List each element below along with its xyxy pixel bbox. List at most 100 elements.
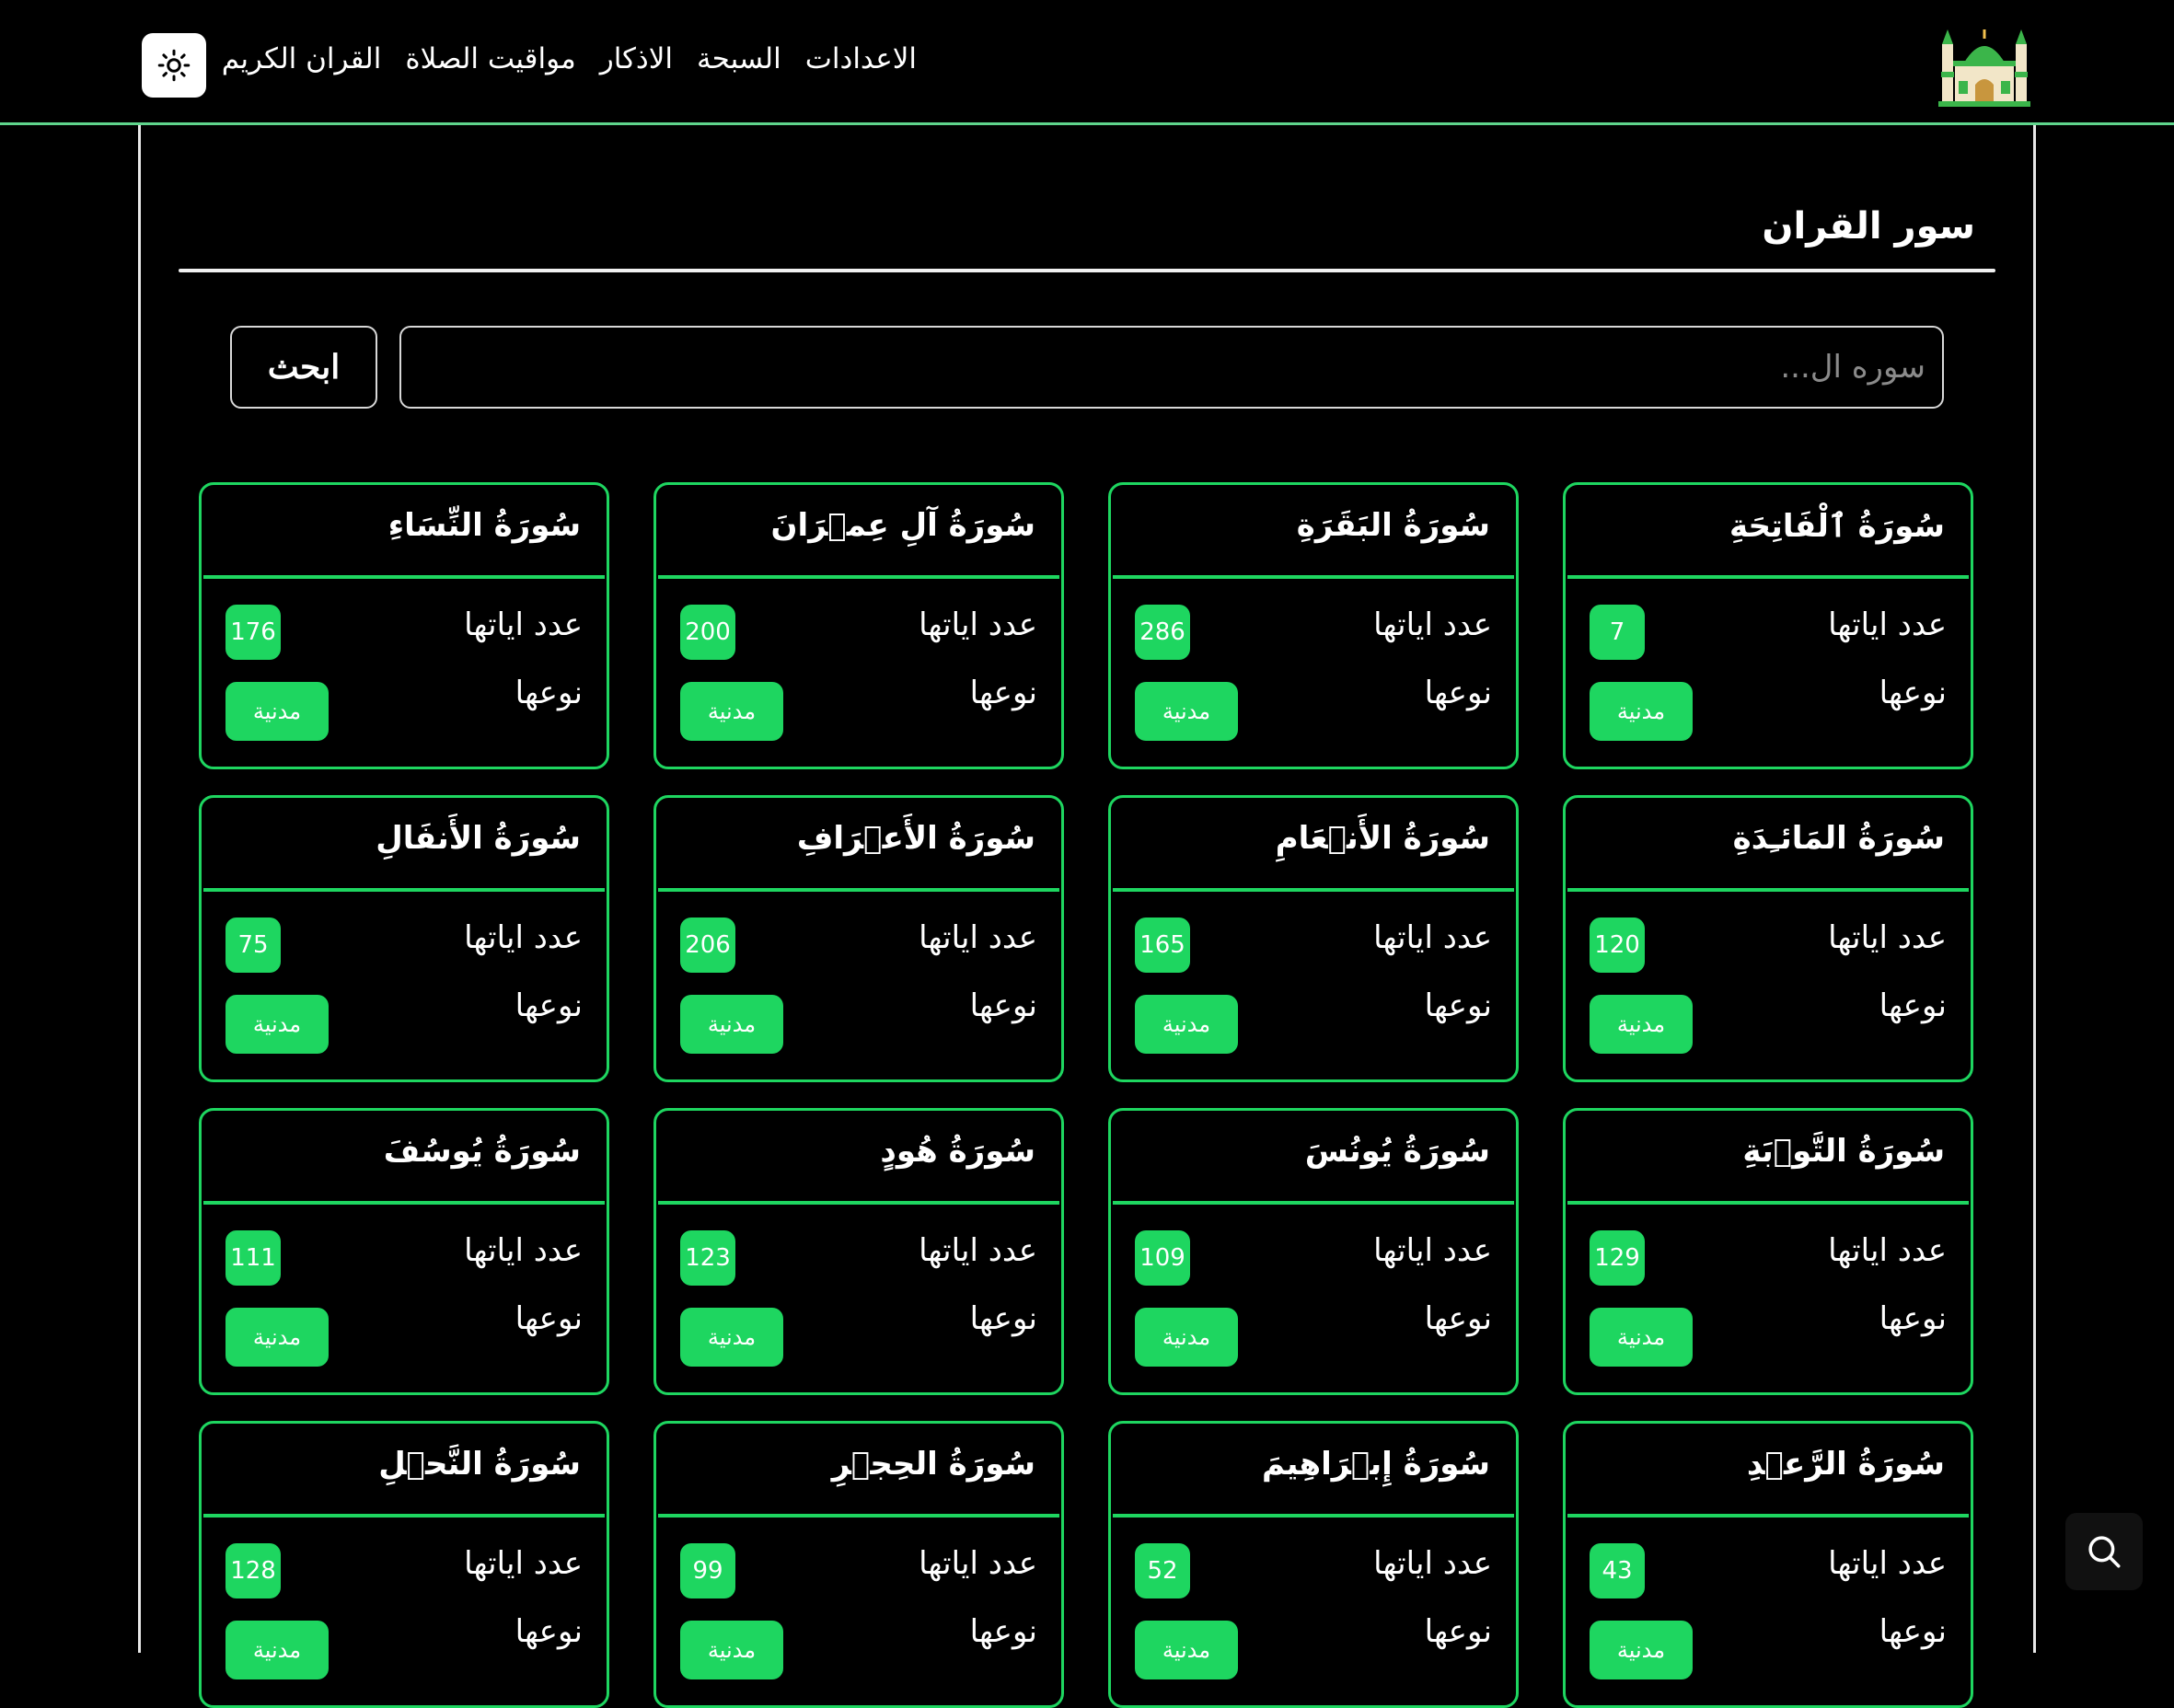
surah-name: سُورَةُ الأَعۡرَافِ: [796, 820, 1035, 857]
ayah-count-label: عدد اياتها: [1828, 606, 1947, 643]
card-divider: [1567, 575, 1969, 579]
surah-grid: سُورَةُ ٱلْفَاتِحَةِ عدد اياتها 7 نوعها مدني…: [199, 482, 1973, 1708]
card-divider: [203, 888, 605, 892]
surah-type-label: نوعها: [969, 1613, 1037, 1650]
ayah-count-label: عدد اياتها: [1828, 919, 1947, 956]
surah-name: سُورَةُ المَائـِدَةِ: [1732, 820, 1945, 857]
surah-type-badge: مدنية: [225, 1308, 329, 1367]
nav-link-settings[interactable]: الاعدادات: [805, 42, 917, 75]
surah-card[interactable]: سُورَةُ إِبۡرَاهِيمَ عدد اياتها 52 نوعها مدن…: [1108, 1421, 1519, 1708]
card-divider: [658, 1201, 1059, 1205]
surah-type-badge: مدنية: [680, 1621, 783, 1679]
floating-search-button[interactable]: [2065, 1513, 2143, 1590]
card-divider: [1567, 1514, 1969, 1518]
ayah-count-badge: 129: [1590, 1230, 1645, 1286]
card-divider: [1113, 888, 1514, 892]
surah-card[interactable]: سُورَةُ النَّحۡلِ عدد اياتها 128 نوعها مدنية: [199, 1421, 609, 1708]
ayah-count-label: عدد اياتها: [1373, 1232, 1492, 1269]
surah-name: سُورَةُ النَّحۡلِ: [378, 1446, 581, 1483]
ayah-count-badge: 120: [1590, 917, 1645, 973]
surah-type-badge: مدنية: [225, 1621, 329, 1679]
surah-card[interactable]: سُورَةُ الرَّعۡدِ عدد اياتها 43 نوعها مدنية: [1563, 1421, 1973, 1708]
surah-name: سُورَةُ يُوسُفَ: [383, 1133, 581, 1170]
surah-card[interactable]: سُورَةُ الحِجۡرِ عدد اياتها 99 نوعها مدنية: [653, 1421, 1064, 1708]
surah-name: سُورَةُ التَّوۡبَةِ: [1742, 1133, 1945, 1170]
ayah-count-badge: 165: [1135, 917, 1190, 973]
nav-link-prayer-times[interactable]: مواقيت الصلاة: [405, 42, 575, 75]
surah-type-badge: مدنية: [1590, 1621, 1693, 1679]
page-title: سور القران: [1762, 204, 1975, 248]
surah-search-input[interactable]: [399, 326, 1944, 409]
surah-name: سُورَةُ ٱلْفَاتِحَةِ: [1729, 508, 1945, 545]
ayah-count-badge: 75: [225, 917, 281, 973]
ayah-count-label: عدد اياتها: [919, 919, 1037, 956]
surah-name: سُورَةُ الأَنۡعَامِ: [1275, 820, 1490, 857]
surah-card[interactable]: سُورَةُ التَّوۡبَةِ عدد اياتها 129 نوعها مدن…: [1563, 1108, 1973, 1395]
surah-type-badge: مدنية: [1135, 1308, 1238, 1367]
surah-type-label: نوعها: [515, 675, 583, 711]
surah-type-badge: مدنية: [1590, 682, 1693, 741]
ayah-count-badge: 128: [225, 1543, 281, 1598]
card-divider: [203, 1201, 605, 1205]
surah-name: سُورَةُ الرَّعۡدِ: [1746, 1446, 1945, 1483]
ayah-count-label: عدد اياتها: [919, 1545, 1037, 1582]
ayah-count-badge: 43: [1590, 1543, 1645, 1598]
surah-type-badge: مدنية: [680, 1308, 783, 1367]
surah-type-label: نوعها: [969, 1300, 1037, 1337]
surah-card[interactable]: سُورَةُ النِّسَاءِ عدد اياتها 176 نوعها مدني…: [199, 482, 609, 769]
surah-type-label: نوعها: [1424, 675, 1492, 711]
surah-type-badge: مدنية: [1590, 1308, 1693, 1367]
surah-card[interactable]: سُورَةُ ٱلْفَاتِحَةِ عدد اياتها 7 نوعها مدني…: [1563, 482, 1973, 769]
surah-name: سُورَةُ يُونُسَ: [1304, 1133, 1490, 1170]
ayah-count-badge: 52: [1135, 1543, 1190, 1598]
ayah-count-label: عدد اياتها: [464, 606, 583, 643]
sun-icon: [157, 49, 191, 82]
surah-type-label: نوعها: [969, 987, 1037, 1024]
surah-type-label: نوعها: [1879, 987, 1947, 1024]
ayah-count-label: عدد اياتها: [1373, 919, 1492, 956]
surah-type-label: نوعها: [969, 675, 1037, 711]
surah-type-label: نوعها: [1424, 1613, 1492, 1650]
ayah-count-badge: 123: [680, 1230, 735, 1286]
ayah-count-label: عدد اياتها: [919, 606, 1037, 643]
nav-link-azkar[interactable]: الاذكار: [600, 42, 673, 75]
surah-type-badge: مدنية: [680, 682, 783, 741]
search-button[interactable]: ابحث: [230, 326, 377, 409]
surah-card[interactable]: سُورَةُ البَقَرَةِ عدد اياتها 286 نوعها مدني…: [1108, 482, 1519, 769]
surah-card[interactable]: سُورَةُ يُونُسَ عدد اياتها 109 نوعها مدنية: [1108, 1108, 1519, 1395]
surah-card[interactable]: سُورَةُ آلِ عِمۡرَانَ عدد اياتها 200 نوعها م…: [653, 482, 1064, 769]
nav-link-quran[interactable]: القران الكريم: [222, 42, 382, 75]
surah-card[interactable]: سُورَةُ الأَعۡرَافِ عدد اياتها 206 نوعها مدن…: [653, 795, 1064, 1082]
surah-card[interactable]: سُورَةُ هُودٍ عدد اياتها 123 نوعها مدنية: [653, 1108, 1064, 1395]
surah-name: سُورَةُ الحِجۡرِ: [831, 1446, 1035, 1483]
ayah-count-label: عدد اياتها: [1373, 1545, 1492, 1582]
theme-toggle-button[interactable]: [142, 33, 206, 98]
card-divider: [1567, 888, 1969, 892]
logo[interactable]: [1938, 26, 2030, 107]
ayah-count-badge: 111: [225, 1230, 281, 1286]
surah-card[interactable]: سُورَةُ المَائـِدَةِ عدد اياتها 120 نوعها مد…: [1563, 795, 1973, 1082]
card-divider: [1113, 575, 1514, 579]
ayah-count-label: عدد اياتها: [464, 1232, 583, 1269]
surah-card[interactable]: سُورَةُ يُوسُفَ عدد اياتها 111 نوعها مدنية: [199, 1108, 609, 1395]
surah-type-label: نوعها: [515, 1613, 583, 1650]
ayah-count-label: عدد اياتها: [1828, 1545, 1947, 1582]
ayah-count-label: عدد اياتها: [1373, 606, 1492, 643]
card-divider: [1113, 1201, 1514, 1205]
nav-link-tasbih[interactable]: السبحة: [697, 42, 781, 75]
surah-type-badge: مدنية: [225, 995, 329, 1054]
ayah-count-badge: 109: [1135, 1230, 1190, 1286]
card-divider: [658, 575, 1059, 579]
ayah-count-badge: 99: [680, 1543, 735, 1598]
card-divider: [203, 575, 605, 579]
card-divider: [1113, 1514, 1514, 1518]
surah-type-badge: مدنية: [1135, 995, 1238, 1054]
surah-type-badge: مدنية: [680, 995, 783, 1054]
card-divider: [658, 888, 1059, 892]
surah-card[interactable]: سُورَةُ الأَنفَالِ عدد اياتها 75 نوعها مدنية: [199, 795, 609, 1082]
surah-type-label: نوعها: [1424, 1300, 1492, 1337]
ayah-count-badge: 200: [680, 605, 735, 660]
surah-name: سُورَةُ البَقَرَةِ: [1296, 507, 1490, 544]
surah-type-label: نوعها: [515, 1300, 583, 1337]
surah-card[interactable]: سُورَةُ الأَنۡعَامِ عدد اياتها 165 نوعها مدن…: [1108, 795, 1519, 1082]
